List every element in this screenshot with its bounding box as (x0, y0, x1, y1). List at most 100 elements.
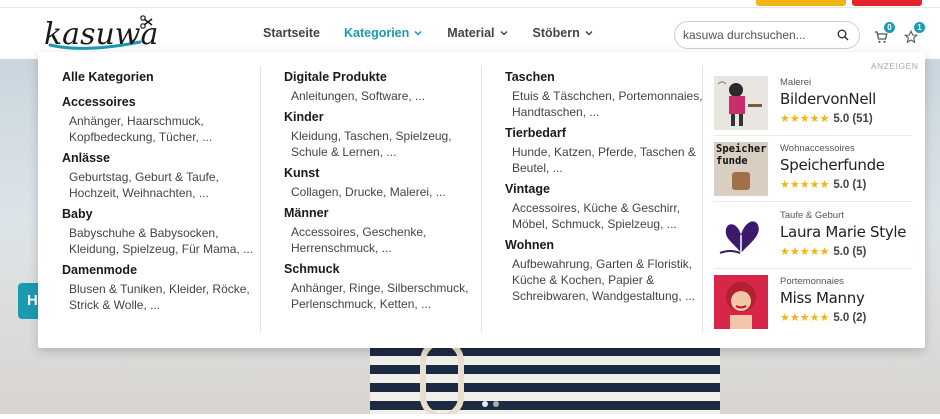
seller-image-figure (732, 172, 750, 190)
nav-startseite[interactable]: Startseite (263, 26, 320, 40)
main-nav: Startseite Kategorien Material Stöbern (263, 26, 618, 40)
seller-rating: ★★★★★ 5.0 (2) (780, 311, 867, 325)
rating-stars-icon: ★★★★★ (780, 246, 830, 258)
category-title[interactable]: Taschen (505, 69, 705, 85)
rating-stars-icon: ★★★★★ (780, 312, 830, 324)
nav-label: Material (447, 26, 495, 40)
category-title[interactable]: Schmuck (284, 261, 484, 277)
category-subitems[interactable]: Anhänger, Ringe, Silberschmuck, Perlensc… (284, 280, 484, 312)
rating-count: (2) (852, 311, 867, 324)
rating-score: 5.0 (833, 178, 850, 191)
category-subitems[interactable]: Anleitungen, Software, ... (284, 88, 484, 104)
top-red-button[interactable] (852, 0, 922, 6)
category-column-2: Digitale Produkte Anleitungen, Software,… (284, 69, 484, 317)
category-subitems[interactable]: Etuis & Täschchen, Portemonnaies, Handta… (505, 88, 705, 120)
seller-category: Portemonnaies (780, 276, 844, 287)
column-divider (702, 66, 703, 332)
category-title[interactable]: Männer (284, 205, 484, 221)
seller-thumbnail (714, 209, 768, 263)
seller-rating: ★★★★★ 5.0 (51) (780, 112, 873, 126)
search-icon[interactable] (837, 29, 849, 41)
category-column-1: Alle Kategorien Accessoires Anhänger, Ha… (62, 69, 262, 318)
category-title[interactable]: Damenmode (62, 262, 262, 278)
rating-count: (1) (852, 178, 867, 191)
rating-stars-icon: ★★★★★ (780, 113, 830, 125)
category-subitems[interactable]: Accessoires, Geschenke, Herrenschmuck, .… (284, 224, 484, 256)
column-divider (481, 66, 482, 332)
nav-kategorien[interactable]: Kategorien (344, 26, 423, 40)
chevron-down-icon (500, 30, 508, 36)
nav-label: Startseite (263, 26, 320, 40)
favorites-button[interactable]: 1 (904, 22, 925, 44)
seller-name[interactable]: Miss Manny (780, 289, 865, 307)
seller-name[interactable]: BildervonNell (780, 90, 876, 108)
category-title[interactable]: Kinder (284, 109, 484, 125)
seller-image-text: Speicher-funde (716, 143, 768, 167)
rating-count: (5) (852, 245, 867, 258)
nav-label: Stöbern (532, 26, 580, 40)
seller-separator (714, 268, 912, 269)
category-subitems[interactable]: Accessoires, Küche & Geschirr, Möbel, Sc… (505, 200, 705, 232)
rating-stars-icon: ★★★★★ (780, 179, 830, 191)
category-title[interactable]: Tierbedarf (505, 125, 705, 141)
seller-rating: ★★★★★ 5.0 (5) (780, 245, 867, 259)
seller-category: Malerei (780, 77, 812, 88)
category-subitems[interactable]: Hunde, Katzen, Pferde, Taschen & Beutel,… (505, 144, 705, 176)
category-subitems[interactable]: Collagen, Drucke, Malerei, ... (284, 184, 484, 200)
category-column-3: Taschen Etuis & Täschchen, Portemonnaies… (505, 69, 705, 309)
seller-separator (714, 201, 912, 202)
rating-score: 5.0 (833, 245, 850, 258)
seller-image-painting (714, 76, 768, 130)
nav-label: Kategorien (343, 26, 410, 40)
category-title[interactable]: Baby (62, 206, 262, 222)
ads-label: ANZEIGEN (871, 61, 919, 71)
seller-separator (714, 135, 912, 136)
top-yellow-button[interactable] (756, 0, 846, 6)
nav-stoebern[interactable]: Stöbern (533, 26, 594, 40)
top-strip (0, 0, 940, 8)
category-title[interactable]: Vintage (505, 181, 705, 197)
category-subitems[interactable]: Anhänger, Haarschmuck, Kopfbedeckung, Tü… (62, 113, 262, 145)
category-title[interactable]: Wohnen (505, 237, 705, 253)
seller-thumbnail (714, 76, 768, 130)
featured-seller[interactable]: Portemonnaies Miss Manny ★★★★★ 5.0 (2) (714, 275, 912, 337)
seller-category: Wohnaccessoires (780, 143, 855, 154)
featured-seller[interactable]: Taufe & Geburt Laura Marie Style ★★★★★ 5… (714, 209, 912, 271)
rating-count: (51) (852, 112, 873, 125)
seller-rating: ★★★★★ 5.0 (1) (780, 178, 867, 192)
category-title[interactable]: Kunst (284, 165, 484, 181)
chevron-down-icon (414, 30, 422, 36)
nav-material[interactable]: Material (447, 26, 508, 40)
seller-thumbnail (714, 275, 768, 329)
category-title[interactable]: Digitale Produkte (284, 69, 484, 85)
featured-seller[interactable]: Malerei BildervonNell ★★★★★ 5.0 (51) (714, 76, 912, 138)
search-box (674, 21, 860, 49)
search-input[interactable] (683, 26, 833, 44)
chevron-down-icon (585, 30, 593, 36)
featured-seller[interactable]: Speicher-funde Wohnaccessoires Speicherf… (714, 142, 912, 204)
category-title[interactable]: Anlässe (62, 150, 262, 166)
seller-image-pinup (714, 275, 768, 329)
carousel-dot[interactable] (493, 401, 499, 407)
category-title[interactable]: Accessoires (62, 94, 262, 110)
seller-name[interactable]: Speicherfunde (780, 156, 885, 174)
footer-strip (0, 414, 940, 419)
logo[interactable]: kasuwa (44, 15, 159, 57)
butterfly-icon (714, 209, 768, 263)
hero-image-rope (420, 339, 464, 414)
category-all[interactable]: Alle Kategorien (62, 69, 262, 85)
seller-thumbnail: Speicher-funde (714, 142, 768, 196)
categories-dropdown: Alle Kategorien Accessoires Anhänger, Ha… (38, 52, 925, 348)
category-subitems[interactable]: Geburtstag, Geburt & Taufe, Hochzeit, We… (62, 169, 262, 201)
category-subitems[interactable]: Blusen & Tuniken, Kleider, Röcke, Strick… (62, 281, 262, 313)
seller-category: Taufe & Geburt (780, 210, 844, 221)
favorites-count-badge: 1 (914, 22, 925, 33)
rating-score: 5.0 (833, 112, 850, 125)
category-subitems[interactable]: Kleidung, Taschen, Spielzeug, Schule & L… (284, 128, 484, 160)
category-subitems[interactable]: Babyschuhe & Babysocken, Kleidung, Spiel… (62, 225, 262, 257)
category-subitems[interactable]: Aufbewahrung, Garten & Floristik, Küche … (505, 256, 705, 304)
carousel-dots (482, 394, 504, 412)
cart-button[interactable]: 0 (874, 22, 895, 44)
seller-name[interactable]: Laura Marie Style (780, 223, 907, 241)
carousel-dot[interactable] (482, 401, 488, 407)
